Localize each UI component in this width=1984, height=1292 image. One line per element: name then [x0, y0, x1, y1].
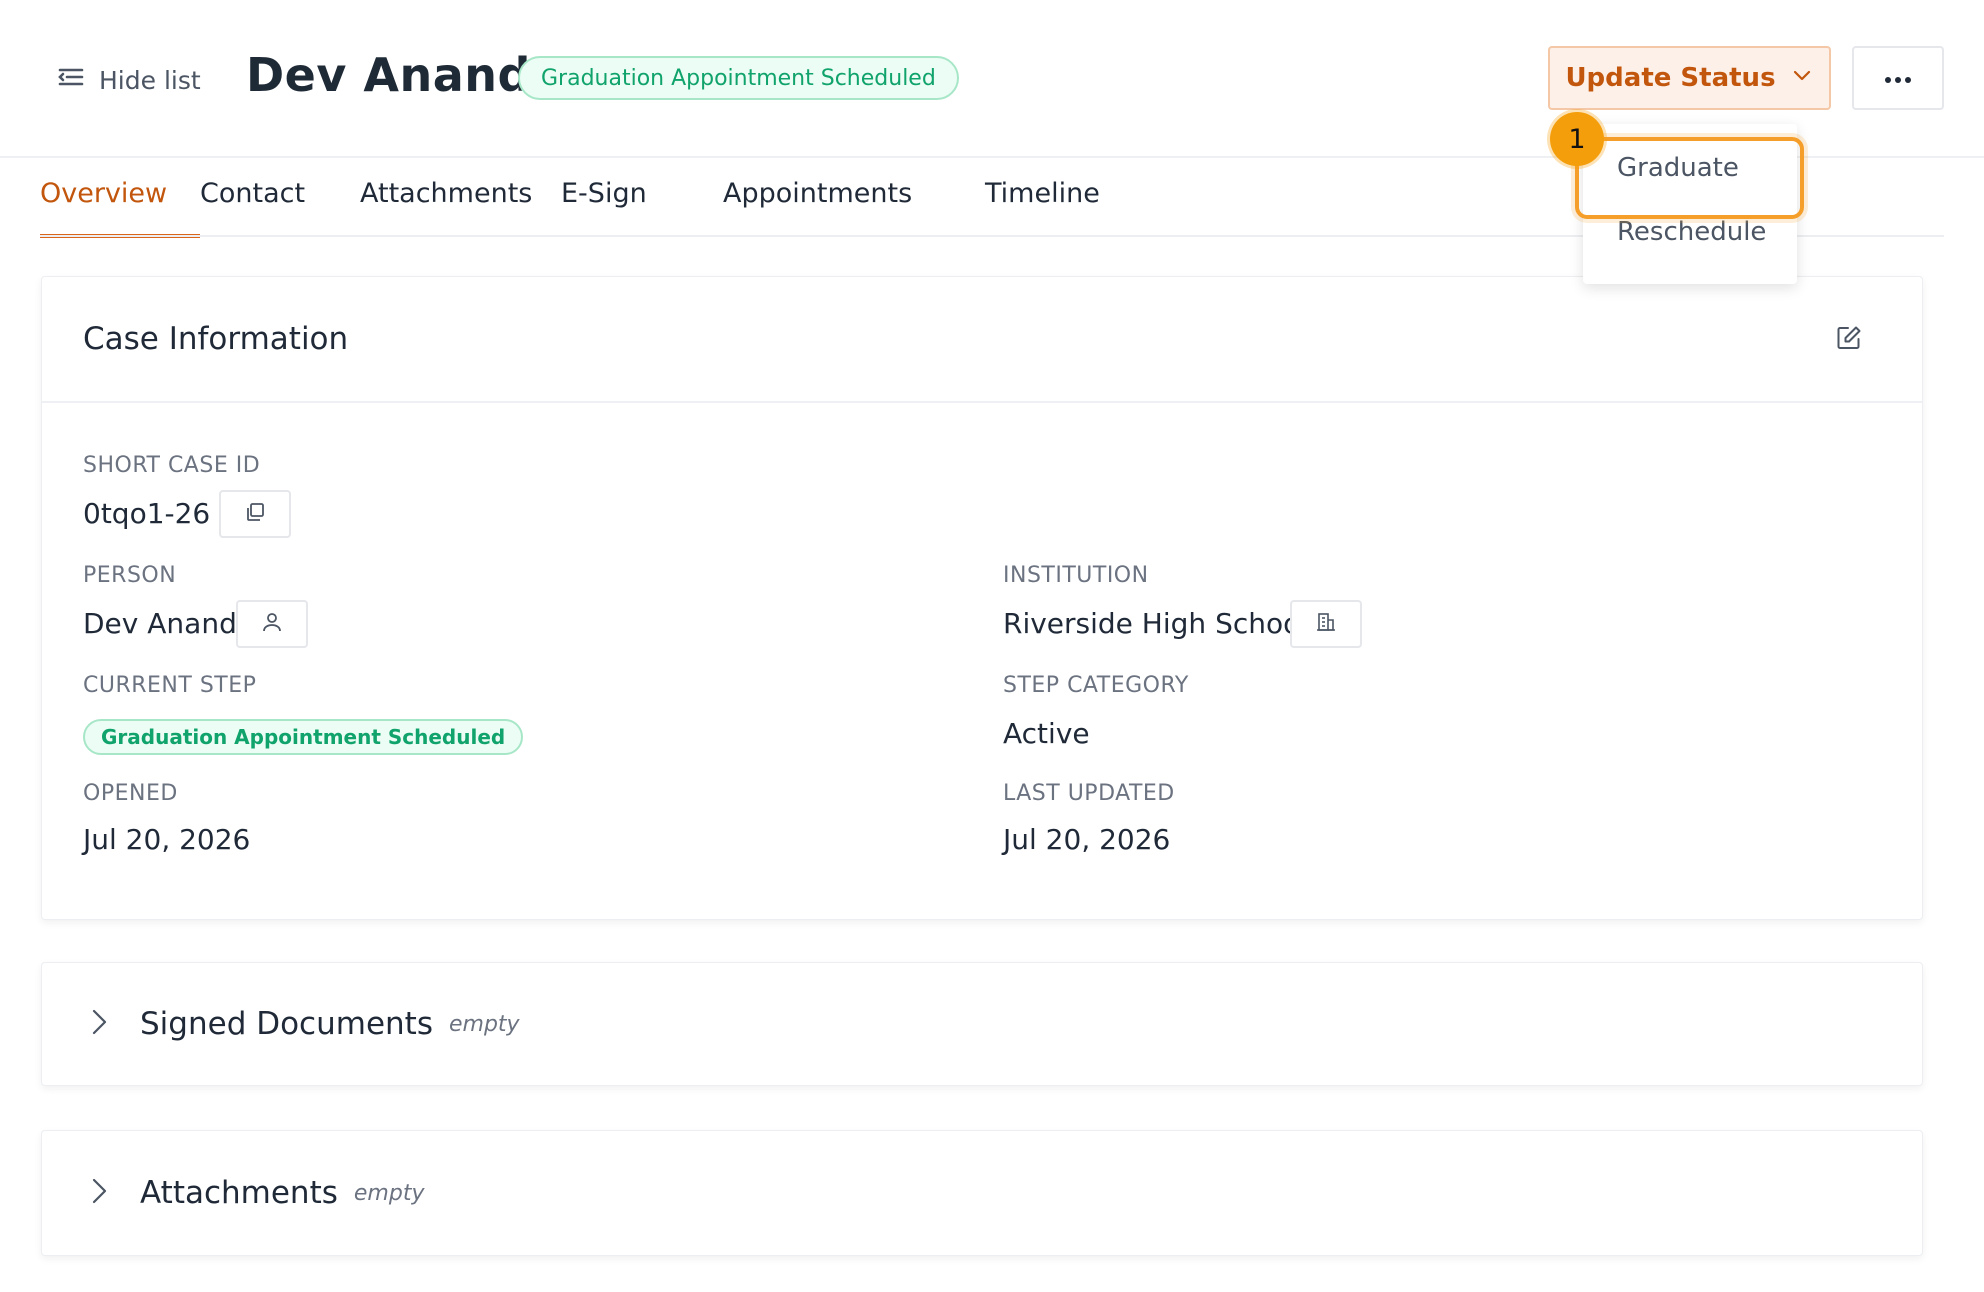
update-status-dropdown: Graduate Reschedule — [1583, 124, 1797, 284]
page-title: Dev Anand — [246, 48, 531, 102]
empty-label: empty — [448, 1011, 520, 1037]
current-step-label: CURRENT STEP — [83, 673, 257, 698]
person-label: PERSON — [83, 563, 177, 588]
section-title: Signed Documents — [140, 1006, 433, 1042]
last-updated-label: LAST UPDATED — [1003, 781, 1175, 806]
empty-label: empty — [353, 1180, 425, 1206]
case-detail-page: Hide list Dev Anand Graduation Appointme… — [0, 0, 1984, 1292]
tab-timeline[interactable]: Timeline — [985, 178, 1125, 238]
list-collapse-icon — [57, 63, 85, 97]
more-options-button[interactable] — [1852, 46, 1944, 110]
building-icon — [1315, 611, 1337, 637]
step-category-label: STEP CATEGORY — [1003, 673, 1189, 698]
tab-overview[interactable]: Overview — [40, 178, 200, 238]
short-case-id-value: 0tqo1-26 — [83, 497, 211, 530]
copy-button[interactable] — [219, 490, 291, 538]
case-information-header: Case Information — [42, 277, 1922, 403]
signed-documents-toggle[interactable]: Signed Documents empty — [42, 1006, 520, 1042]
update-status-label: Update Status — [1565, 63, 1776, 93]
chevron-right-icon — [88, 1176, 140, 1210]
institution-value: Riverside High School — [1003, 607, 1309, 640]
step-marker: 1 — [1550, 112, 1604, 166]
edit-icon[interactable] — [1836, 325, 1862, 351]
opened-label: OPENED — [83, 781, 178, 806]
card-title: Case Information — [83, 321, 349, 357]
signed-documents-section: Signed Documents empty — [41, 962, 1923, 1086]
chevron-right-icon — [88, 1007, 140, 1041]
copy-icon — [244, 501, 266, 527]
institution-label: INSTITUTION — [1003, 563, 1149, 588]
chevron-down-icon — [1790, 63, 1814, 94]
tab-contact[interactable]: Contact — [200, 178, 360, 238]
menu-item-reschedule[interactable]: Reschedule — [1583, 202, 1797, 262]
status-badge: Graduation Appointment Scheduled — [518, 56, 959, 100]
step-category-value: Active — [1003, 717, 1090, 750]
tab-appointments[interactable]: Appointments — [723, 178, 985, 238]
tab-e-sign[interactable]: E-Sign — [561, 178, 723, 238]
menu-item-graduate[interactable]: Graduate — [1583, 138, 1797, 198]
tab-bar: Overview Contact Attachments E-Sign Appo… — [40, 178, 1125, 238]
hide-list-label: Hide list — [99, 65, 201, 95]
user-icon — [261, 611, 283, 637]
short-case-id-label: SHORT CASE ID — [83, 453, 261, 478]
update-status-button[interactable]: Update Status — [1548, 46, 1831, 110]
last-updated-value: Jul 20, 2026 — [1003, 823, 1171, 856]
current-step-badge: Graduation Appointment Scheduled — [83, 719, 524, 755]
hide-list-button[interactable]: Hide list — [57, 58, 201, 102]
attachments-section: Attachments empty — [41, 1130, 1923, 1256]
view-person-button[interactable] — [236, 600, 308, 648]
person-value: Dev Anand — [83, 607, 237, 640]
case-information-card: Case Information SHORT CASE ID 0tqo1-26 … — [41, 276, 1923, 920]
attachments-toggle[interactable]: Attachments empty — [42, 1175, 424, 1211]
view-institution-button[interactable] — [1290, 600, 1362, 648]
opened-value: Jul 20, 2026 — [83, 823, 251, 856]
section-title: Attachments — [140, 1175, 338, 1211]
ellipsis-icon — [1884, 69, 1912, 88]
